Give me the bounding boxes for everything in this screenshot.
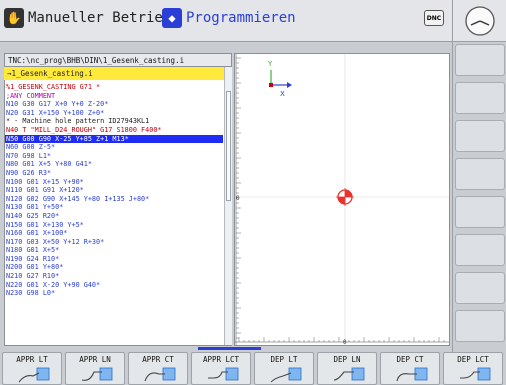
softkey-label: APPR CT (142, 355, 174, 364)
vertical-softkey-4[interactable] (455, 158, 505, 190)
dnc-button[interactable]: DNC (424, 10, 444, 26)
softkey-appr-lt[interactable]: APPR LT (2, 352, 62, 385)
mode-machine-label: Manueller Betrieb (28, 10, 172, 26)
code-line[interactable]: N120 G02 G90 X+145 Y+80 I+135 J+80* (5, 195, 223, 204)
vertical-softkey-1[interactable] (455, 44, 505, 76)
vertical-softkey-bar (452, 42, 506, 352)
depart-line-normal-icon (333, 367, 365, 381)
code-line[interactable]: N130 G01 Y+50* (5, 203, 223, 212)
program-code-list[interactable]: %1_GESENK_CASTING G71 * ;ANY COMMENT N10 G… (5, 83, 223, 298)
tool-position-crosshair-icon (336, 188, 354, 206)
approach-line-tangential-icon (18, 367, 50, 383)
mode-programming-label: Programmieren (186, 10, 296, 26)
softkey-appr-ln[interactable]: APPR LN (65, 352, 125, 385)
softkey-dep-ct[interactable]: DEP CT (380, 352, 440, 385)
vertical-softkey-8[interactable] (455, 310, 505, 342)
depart-line-tangential-icon (270, 367, 302, 383)
approach-line-normal-icon (81, 367, 113, 381)
code-line[interactable]: N110 G01 G91 X+120* (5, 186, 223, 195)
softkey-label: APPR LT (16, 355, 48, 364)
graphics-canvas: 0 0 Y X (235, 54, 449, 346)
code-line[interactable]: N140 G25 R20* (5, 212, 223, 221)
softkey-label: DEP LN (333, 355, 361, 364)
header-bar: ✋ Manueller Betrieb ◆ Programmieren DNC (0, 0, 452, 42)
depart-line-circle-tangential-icon (460, 367, 491, 381)
code-line[interactable]: N190 G24 R10* (5, 255, 223, 264)
scrollbar-thumb[interactable] (226, 91, 231, 201)
vertical-softkey-6[interactable] (455, 234, 505, 266)
code-line[interactable]: N70 G98 L1* (5, 152, 223, 161)
code-line[interactable]: N150 G01 X+130 Y+5* (5, 221, 223, 230)
code-line[interactable]: N200 G01 Y+80* (5, 263, 223, 272)
code-line[interactable]: N90 G26 R3* (5, 169, 223, 178)
axis-y-label: Y (267, 60, 273, 68)
softkey-appr-ct[interactable]: APPR CT (128, 352, 188, 385)
softkey-label: DEP LT (270, 355, 298, 364)
code-line[interactable]: N160 G01 X+100* (5, 229, 223, 238)
active-softkey-indicator (198, 347, 261, 350)
softkey-label: DEP LCT (457, 355, 489, 364)
code-line[interactable]: N80 G01 X+5 Y+80 G41* (5, 160, 223, 169)
approach-circle-tangential-icon (144, 367, 176, 382)
code-line[interactable]: N170 G03 X+50 Y+12 R+30* (5, 238, 223, 247)
code-line[interactable]: %1_GESENK_CASTING G71 * (5, 83, 223, 92)
code-line-selected[interactable]: N50 G00 G90 X-25 Y+85 Z+1 M13* (5, 134, 223, 144)
softkey-dep-lt[interactable]: DEP LT (254, 352, 314, 385)
softkey-appr-lct[interactable]: APPR LCT (191, 352, 251, 385)
axis-cross-icon: Y X (267, 60, 292, 98)
vertical-softkey-2[interactable] (455, 82, 505, 114)
vertical-softkey-5[interactable] (455, 196, 505, 228)
softkey-label: DEP CT (396, 355, 424, 364)
mode-programming-tab[interactable]: ◆ Programmieren (162, 8, 296, 28)
clock-panel (452, 0, 506, 42)
code-line[interactable]: N40 T "MILL_D24_ROUGH" G17 S1800 F400* (5, 126, 223, 135)
softkey-label: APPR LCT (202, 355, 240, 364)
softkey-label: APPR LN (79, 355, 111, 364)
vertical-softkey-3[interactable] (455, 120, 505, 152)
vertical-softkey-7[interactable] (455, 272, 505, 304)
code-line[interactable]: N60 G00 Z-5* (5, 143, 223, 152)
code-line[interactable]: N210 G27 R10* (5, 272, 223, 281)
hand-wheel-icon: ✋ (4, 8, 24, 28)
origin-marker-left: 0 (236, 195, 240, 202)
horizontal-softkey-bar: APPR LT APPR LN APPR CT APPR LCT DEP LT DEP L… (0, 352, 506, 385)
softkey-dep-lct[interactable]: DEP LCT (443, 352, 503, 385)
depart-circle-tangential-icon (396, 367, 428, 382)
code-line[interactable]: N180 G01 X+5* (5, 246, 223, 255)
code-line[interactable]: N220 G01 X-20 Y+90 G40* (5, 281, 223, 290)
origin-marker-bottom: 0 (343, 339, 347, 345)
code-line[interactable]: * - Machine hole pattern ID27943KL1 (5, 117, 223, 126)
program-path: TNC:\nc_prog\BHB\DIN\1_Gesenk_casting.i (4, 53, 232, 67)
program-file-name: →1_Gesenk_casting.i (4, 67, 232, 80)
dnc-label: DNC (426, 14, 442, 22)
graphics-panel: 0 0 Y X (234, 53, 450, 346)
code-line[interactable]: N10 G30 G17 X+0 Y+0 Z-20* (5, 100, 223, 109)
code-line[interactable]: ;ANY COMMENT (5, 92, 223, 101)
edit-diamond-icon: ◆ (162, 8, 182, 28)
code-line[interactable]: N100 G01 X+15 Y+90* (5, 178, 223, 187)
clock-icon (464, 5, 495, 36)
softkey-dep-ln[interactable]: DEP LN (317, 352, 377, 385)
code-line[interactable]: N230 G98 L0* (5, 289, 223, 298)
program-scrollbar[interactable] (224, 67, 232, 345)
code-line[interactable]: N20 G31 X+150 Y+100 Z+0* (5, 109, 223, 118)
mode-machine-tab[interactable]: ✋ Manueller Betrieb (4, 8, 171, 28)
approach-line-circle-tangential-icon (208, 367, 239, 381)
axis-x-label: X (280, 90, 285, 98)
